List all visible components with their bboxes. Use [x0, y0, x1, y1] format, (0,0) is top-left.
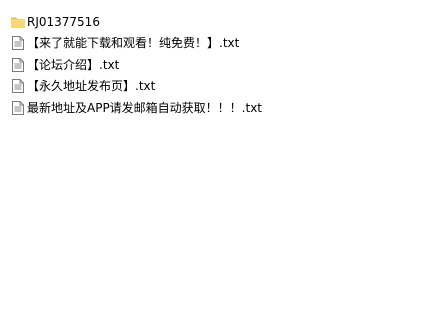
file-name: RJ01377516 — [27, 14, 100, 29]
text-file-icon — [10, 35, 26, 51]
list-item-file[interactable]: 最新地址及APP请发邮箱自动获取！！！.txt — [10, 97, 430, 119]
list-item-file[interactable]: 【来了就能下载和观看！纯免费！】.txt — [10, 33, 430, 55]
text-file-icon — [10, 100, 26, 116]
file-name: 【来了就能下载和观看！纯免费！】.txt — [27, 36, 240, 51]
list-item-file[interactable]: 【论坛介绍】.txt — [10, 54, 430, 76]
folder-icon — [10, 14, 26, 30]
file-list: RJ01377516 【来了就能下载和观看！纯免费！】.txt 【论坛介绍】.t — [10, 11, 430, 119]
text-file-icon — [10, 78, 26, 94]
file-name: 【永久地址发布页】.txt — [27, 79, 156, 94]
list-item-file[interactable]: 【永久地址发布页】.txt — [10, 76, 430, 98]
list-item-folder[interactable]: RJ01377516 — [10, 11, 430, 33]
file-name: 最新地址及APP请发邮箱自动获取！！！.txt — [27, 100, 263, 115]
text-file-icon — [10, 57, 26, 73]
file-name: 【论坛介绍】.txt — [27, 57, 120, 72]
